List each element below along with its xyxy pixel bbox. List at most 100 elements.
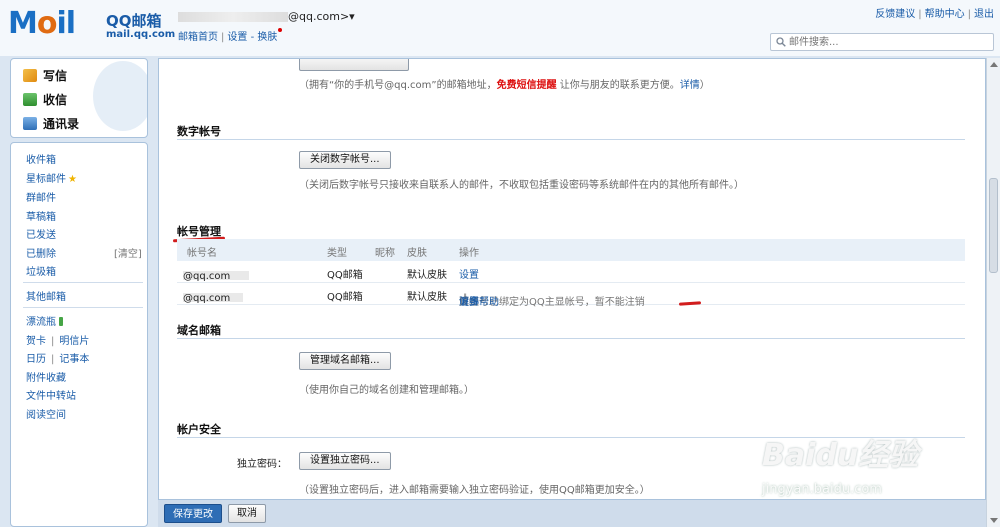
- account-settings-link[interactable]: 设置: [459, 266, 479, 281]
- app-greeting-card[interactable]: 贺卡: [26, 336, 46, 347]
- logo-wordmark: Moil: [8, 6, 76, 41]
- digital-account-note: （关闭后数字帐号只接收来自联系人的邮件，不收取包括重设密码等系统邮件在内的其他所…: [299, 180, 744, 191]
- user-account: @qq.com>▾: [178, 10, 355, 23]
- section-account-security: 帐户安全: [177, 423, 221, 436]
- accounts-table-header: 帐号名 类型 昵称 皮肤 操作: [177, 239, 965, 261]
- header-links: 邮箱首页 | 设置 - 换肤: [178, 28, 283, 43]
- folder-spam[interactable]: 垃圾箱: [26, 263, 56, 278]
- phone-account-button[interactable]: [299, 59, 409, 71]
- account-skin: 默认皮肤: [407, 270, 447, 281]
- watermark-brand: Baidu经验: [762, 438, 919, 473]
- app-notepad[interactable]: 记事本: [59, 354, 89, 365]
- app-drift-bottle-label: 漂流瓶: [26, 317, 56, 328]
- red-underline-annotation: [678, 301, 702, 306]
- folder-inbox[interactable]: 收件箱: [26, 151, 56, 166]
- save-changes-button[interactable]: 保存更改: [164, 504, 222, 523]
- contacts-button[interactable]: 通讯录: [23, 115, 79, 132]
- app-postcard[interactable]: 明信片: [59, 336, 89, 347]
- table-row: @qq.com QQ邮箱 默认皮肤 设置: [177, 261, 965, 283]
- clear-trash-link[interactable]: [清空]: [114, 245, 142, 260]
- app-calendar-notes: 日历 | 记事本: [26, 354, 90, 365]
- sms-reminder-link[interactable]: 免费短信提醒: [497, 80, 557, 91]
- folder-starred[interactable]: 星标邮件 ★: [26, 170, 77, 185]
- phone-account-note: （拥有“你的手机号@qq.com”的邮箱地址，免费短信提醒 让你与朋友的联系更方…: [299, 76, 710, 91]
- new-dot-icon: [278, 28, 283, 32]
- link-mail-home[interactable]: 邮箱首页: [178, 32, 218, 43]
- app-reading-space[interactable]: 阅读空间: [26, 406, 66, 421]
- scroll-up-arrow-icon[interactable]: [990, 62, 998, 67]
- folder-deleted[interactable]: 已删除 [清空]: [26, 245, 146, 260]
- section-digital-account: 数字帐号: [177, 125, 221, 138]
- section-domain-mail: 域名邮箱: [177, 324, 221, 337]
- link-sep: -: [250, 32, 255, 43]
- sidebar-main-actions: 写信 收信 通讯录: [10, 58, 148, 138]
- col-action: 操作: [459, 248, 479, 259]
- mail-search-box[interactable]: [770, 33, 994, 51]
- col-account: 帐号名: [187, 248, 217, 259]
- folder-drafts[interactable]: 草稿箱: [26, 208, 56, 223]
- search-input[interactable]: [789, 35, 989, 49]
- account-skin: 默认皮肤: [407, 292, 447, 303]
- set-independent-password-button[interactable]: 设置独立密码...: [299, 452, 391, 470]
- col-type: 类型: [327, 248, 347, 259]
- other-mailboxes[interactable]: 其他邮箱: [26, 288, 66, 303]
- link-change-skin[interactable]: 换肤: [257, 32, 277, 43]
- compose-button[interactable]: 写信: [23, 67, 67, 84]
- link-help-center[interactable]: 帮助中心: [925, 9, 965, 20]
- note-text: （拥有“你的手机号@qq.com”的邮箱地址，: [299, 80, 497, 91]
- pencil-icon: [23, 69, 37, 82]
- folder-starred-label: 星标邮件: [26, 174, 66, 185]
- col-skin: 皮肤: [407, 248, 427, 259]
- folder-sent[interactable]: 已发送: [26, 226, 56, 241]
- folder-group[interactable]: 群邮件: [26, 189, 56, 204]
- link-settings[interactable]: 设置: [227, 32, 247, 43]
- section-divider: [177, 139, 965, 140]
- qq-penguin-decoration: [93, 61, 147, 131]
- logo-brand: QQ邮箱: [106, 12, 162, 30]
- independent-password-label: 独立密码：: [237, 459, 287, 470]
- search-icon: [776, 37, 786, 47]
- inbox-download-icon: [23, 93, 37, 106]
- account-domain: @qq.com: [183, 271, 231, 282]
- scroll-down-arrow-icon[interactable]: [990, 518, 998, 523]
- watermark-url: jingyan.baidu.com: [762, 482, 882, 497]
- note-text: ）: [699, 80, 710, 91]
- sidebar-folders: 收件箱 星标邮件 ★ 群邮件 草稿箱 已发送 已删除 [清空] 垃圾箱 其他邮箱 漂…: [10, 142, 148, 527]
- app-calendar[interactable]: 日历: [26, 354, 46, 365]
- cancel-button[interactable]: 取消: [228, 504, 266, 523]
- receive-button[interactable]: 收信: [23, 91, 67, 108]
- contacts-icon: [23, 117, 37, 130]
- link-feedback[interactable]: 反馈建议: [875, 9, 915, 20]
- vertical-scrollbar[interactable]: [986, 58, 1000, 527]
- folder-deleted-label: 已删除: [26, 249, 56, 260]
- scrollbar-thumb[interactable]: [989, 178, 998, 273]
- divider: [23, 307, 143, 308]
- section-divider: [177, 338, 965, 339]
- app-drift-bottle[interactable]: 漂流瓶: [26, 313, 63, 328]
- star-icon: ★: [68, 174, 77, 185]
- app-file-transfer[interactable]: 文件中转站: [26, 387, 76, 402]
- top-right-links: 反馈建议 | 帮助中心 | 退出: [875, 9, 994, 20]
- baidu-jingyan-watermark: Baidu经验 jingyan.baidu.com: [762, 430, 919, 497]
- bottle-icon: [59, 317, 63, 326]
- masked-username: [178, 12, 288, 22]
- action-bar: 保存更改 取消: [158, 499, 986, 527]
- contacts-label: 通讯录: [43, 117, 80, 131]
- logo-domain: mail.qq.com: [106, 29, 176, 40]
- app-attachments[interactable]: 附件收藏: [26, 369, 66, 384]
- qq-mail-logo[interactable]: Moil QQ邮箱 mail.qq.com: [8, 4, 175, 46]
- account-type: QQ邮箱: [327, 270, 363, 281]
- independent-password-note: （设置独立密码后，进入邮箱需要输入独立密码验证，使用QQ邮箱更加安全。）: [299, 485, 650, 496]
- col-nickname: 昵称: [375, 248, 395, 259]
- receive-label: 收信: [43, 93, 68, 107]
- compose-label: 写信: [43, 69, 68, 83]
- link-logout[interactable]: 退出: [974, 9, 994, 20]
- close-digital-account-button[interactable]: 关闭数字帐号...: [299, 151, 391, 169]
- manage-domain-mail-button[interactable]: 管理域名邮箱...: [299, 352, 391, 370]
- details-link[interactable]: 详情: [680, 80, 700, 91]
- divider: [23, 282, 143, 283]
- user-email-suffix[interactable]: @qq.com>▾: [288, 10, 355, 23]
- note-text: 让你与朋友的联系更方便。: [556, 80, 680, 91]
- app-cards: 贺卡 | 明信片: [26, 336, 90, 347]
- top-header: Moil QQ邮箱 mail.qq.com @qq.com>▾ 邮箱首页 | 设置 …: [0, 0, 1000, 56]
